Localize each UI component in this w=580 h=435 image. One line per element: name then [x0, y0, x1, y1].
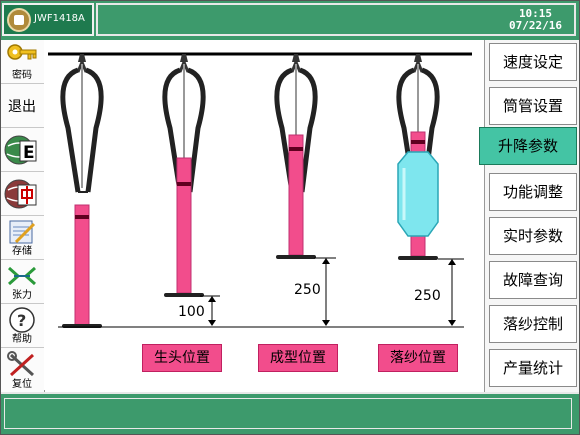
spindle-forming [274, 54, 318, 259]
doffing-position-button[interactable]: 落纱位置 [378, 344, 458, 372]
globe-zh-icon [4, 179, 37, 209]
diagram-canvas [48, 52, 472, 328]
spindle-idle [60, 54, 104, 328]
tools-icon [7, 351, 35, 377]
fault-query-button[interactable]: 故障查询 [489, 261, 577, 299]
spindle-doffing [396, 54, 440, 260]
doffing-control-button[interactable]: 落纱控制 [489, 305, 577, 343]
production-stats-button[interactable]: 产量统计 [489, 349, 577, 387]
forming-position-button[interactable]: 成型位置 [258, 344, 338, 372]
spindle-start [162, 54, 206, 297]
logo-emblem-icon [7, 8, 31, 32]
status-message-area [4, 398, 572, 429]
help-button[interactable]: ? 帮助 [0, 304, 44, 348]
save-label: 存储 [12, 246, 32, 257]
tension-label: 张力 [12, 290, 32, 301]
english-language-button[interactable]: E [0, 128, 44, 172]
header-bar: JWF1418A 10:15 07/22/16 [0, 0, 580, 40]
status-bar [0, 392, 580, 435]
function-adjust-button[interactable]: 功能调整 [489, 173, 577, 211]
key-icon [7, 44, 37, 60]
title-area: 10:15 07/22/16 [96, 3, 576, 36]
help-label: 帮助 [12, 334, 32, 345]
bobbin-settings-button[interactable]: 筒管设置 [489, 87, 577, 125]
reset-label: 复位 [12, 379, 32, 390]
chinese-language-button[interactable] [0, 172, 44, 216]
start-height-value: 100 [178, 304, 205, 320]
start-position-button[interactable]: 生头位置 [142, 344, 222, 372]
svg-text:E: E [23, 143, 35, 163]
clock: 10:15 07/22/16 [509, 8, 562, 32]
realtime-parameters-button[interactable]: 实时参数 [489, 217, 577, 255]
globe-e-icon: E [4, 135, 37, 165]
exit-button[interactable]: 退出 [0, 84, 44, 128]
lift-parameter-diagram: 100 250 250 [44, 40, 484, 390]
machine-model: JWF1418A [34, 13, 85, 24]
reset-button[interactable]: 复位 [0, 348, 44, 392]
save-button[interactable]: 存储 [0, 216, 44, 260]
lift-parameters-button[interactable]: 升降参数 [479, 127, 577, 165]
tension-button[interactable]: 张力 [0, 260, 44, 304]
password-button[interactable]: 密码 [0, 40, 44, 84]
right-menu: 速度设定 筒管设置 升降参数 功能调整 实时参数 故障查询 落纱控制 产量统计 [479, 40, 580, 392]
doffing-height-value: 250 [414, 288, 441, 304]
forming-height-value: 250 [294, 282, 321, 298]
left-toolbar: 密码 退出 E 存储 张力 ? 帮助 复位 [0, 40, 45, 392]
password-label: 密码 [12, 70, 32, 81]
speed-settings-button[interactable]: 速度设定 [489, 43, 577, 81]
svg-text:?: ? [17, 311, 26, 330]
clock-date: 07/22/16 [509, 19, 562, 32]
brand-logo: JWF1418A [2, 3, 94, 36]
exit-label: 退出 [8, 99, 36, 115]
